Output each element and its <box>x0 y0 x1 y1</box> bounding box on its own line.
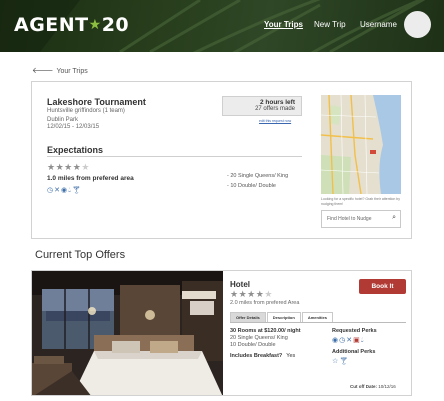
requested-perk-icons: ◉◷✕▣💧︎ <box>332 336 365 345</box>
star-empty-icon: ★ <box>81 162 90 172</box>
additional-perk-icons: ☆🍸︎ <box>332 357 349 365</box>
divider <box>47 156 302 157</box>
back-link-label: Your Trips <box>56 68 88 75</box>
star-filled-icon: ★ <box>64 162 73 172</box>
search-icon[interactable]: ⌕ <box>392 214 396 222</box>
offer-rooms-price: 30 Rooms at $120.00/ night <box>230 328 301 334</box>
breakfast-info: Includes Breakfast? Yes <box>230 353 295 359</box>
edit-request-link[interactable]: edit this request now <box>259 119 291 123</box>
nav-username[interactable]: Username <box>360 20 397 29</box>
cutoff-date: Cut off Date: 10/12/16 <box>350 384 396 389</box>
user-avatar[interactable] <box>404 11 431 38</box>
tab-offer-details[interactable]: Offer Details <box>230 312 266 322</box>
star-filled-icon: ★ <box>247 289 256 299</box>
offers-made: 27 offers made <box>255 106 295 112</box>
star-filled-icon: ★ <box>238 289 248 299</box>
app-logo[interactable]: AGENT★20 <box>14 14 129 36</box>
arrow-left-icon: 🡐 <box>32 66 54 75</box>
logo-star-icon: ★ <box>88 17 102 33</box>
breakfast-value: Yes <box>286 353 296 359</box>
back-to-trips-link[interactable]: 🡐 Your Trips <box>32 65 88 75</box>
trip-title: Lakeshore Tournament <box>47 97 146 107</box>
requested-perks-heading: Requested Perks <box>332 328 377 334</box>
top-header: AGENT★20 Your Trips New Trip Username <box>0 0 444 52</box>
logo-text: AGENT <box>14 14 89 36</box>
trip-status-box: 2 hours left 27 offers made <box>222 96 302 116</box>
tab-amenities[interactable]: Amenities <box>301 312 333 322</box>
tab-underline <box>230 322 406 323</box>
expected-perk-icons: ◷✕◉💧︎🍸︎ <box>47 186 82 195</box>
hotel-room-photo <box>32 271 223 395</box>
drop-icon: 💧︎ <box>360 337 365 344</box>
offer-room-line: 20 Single Queens/ King <box>230 335 288 341</box>
cocktail-icon: 🍸︎ <box>339 358 350 365</box>
trip-subtitle: Huntsville griffindors (1 team) <box>47 108 125 114</box>
book-it-button[interactable]: Book It <box>359 279 406 294</box>
star-filled-icon: ★ <box>55 162 65 172</box>
map-hint-text: Looking for a specific hotel? Grab their… <box>321 197 400 206</box>
cutoff-label: Cut off Date: <box>350 384 377 389</box>
breakfast-label: Includes Breakfast? <box>230 353 283 359</box>
award-icon: ▣ <box>353 337 361 344</box>
star-filled-icon: ★ <box>230 289 239 299</box>
nav-new-trip[interactable]: New Trip <box>314 20 346 29</box>
trip-location: Dublin Park <box>47 117 79 123</box>
offer-room-line: 10 Double/ Double <box>230 342 276 348</box>
nudge-hotel-search[interactable]: Find Hotel to Nudge ⌕ <box>321 210 401 228</box>
expected-room-line: - 20 Single Queens/ King <box>227 173 289 179</box>
nudge-search-placeholder: Find Hotel to Nudge <box>327 216 372 222</box>
expectations-heading: Expectations <box>47 145 104 155</box>
location-map[interactable] <box>321 95 401 194</box>
hotel-star-rating: ★★★★★ <box>230 289 273 300</box>
star-empty-icon: ★ <box>264 289 273 299</box>
tab-description[interactable]: Description <box>266 312 301 322</box>
hotel-name: Hotel <box>230 280 250 289</box>
trip-dates: 12/02/15 - 12/03/15 <box>47 124 100 130</box>
top-offers-heading: Current Top Offers <box>35 249 126 261</box>
expected-distance: 1.0 miles from prefered area <box>47 175 134 182</box>
logo-number: 20 <box>101 14 130 36</box>
star-filled-icon: ★ <box>47 162 56 172</box>
cocktail-icon: 🍸︎ <box>71 187 82 194</box>
cutoff-value: 10/12/16 <box>378 384 396 389</box>
utensils-icon: ✕ <box>54 187 61 194</box>
additional-perks-heading: Additional Perks <box>332 349 376 355</box>
hotel-distance: 2.0 miles from prefered Area <box>230 300 300 306</box>
expected-star-rating: ★★★★★ <box>47 162 90 173</box>
time-left: 2 hours left <box>259 99 295 106</box>
trip-card: Lakeshore Tournament Huntsville griffind… <box>31 81 412 239</box>
nav-your-trips[interactable]: Your Trips <box>264 20 303 29</box>
expected-room-line: - 10 Double/ Double <box>227 183 276 189</box>
offer-card: Hotel Book It ★★★★★ 2.0 miles from prefe… <box>31 270 412 396</box>
offer-tabs: Offer Details Description Amenities <box>230 312 334 322</box>
